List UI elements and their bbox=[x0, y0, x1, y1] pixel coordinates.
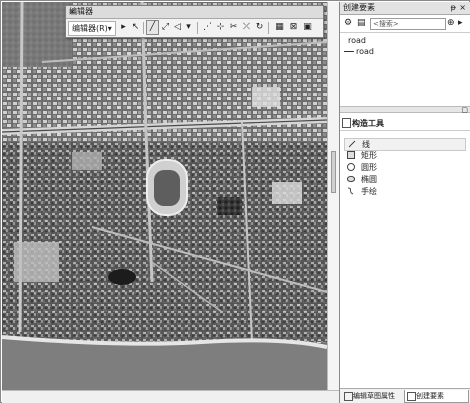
template-view-icon[interactable]: ▤ bbox=[357, 18, 366, 29]
pane-titlebar[interactable]: 创建要素 ᵽ × bbox=[340, 2, 470, 15]
pane-divider[interactable]: ▢ bbox=[340, 106, 470, 114]
tool-ellipse[interactable]: 椭圆 bbox=[344, 174, 464, 185]
circle-tool-icon bbox=[347, 163, 355, 171]
rotate-icon[interactable]: ↻ bbox=[254, 21, 265, 34]
search-icon[interactable]: ⊕ bbox=[447, 18, 455, 29]
reshape-feature-icon[interactable]: ⊹ bbox=[215, 21, 226, 34]
construction-tools-title: 构造工具 bbox=[352, 119, 384, 128]
construction-tools-icon bbox=[342, 118, 351, 128]
editor-toolbar[interactable]: 编辑器 × 编辑器(R)▾ ▸ ↖ ╱ ⤢ ◁ ▾ ⋰ ⊹ ✂ ⤫ ↻ ▦ ⊠ … bbox=[65, 5, 324, 38]
split-tool-icon[interactable]: ⤫ bbox=[241, 21, 252, 34]
straight-segment-icon[interactable]: ╱ bbox=[146, 20, 159, 35]
splitter-handle[interactable] bbox=[331, 151, 336, 193]
line-symbol-icon bbox=[344, 51, 354, 52]
tab-label: 编辑草图属性 bbox=[353, 392, 395, 400]
rectangle-tool-icon bbox=[347, 151, 355, 159]
create-features-pane: 创建要素 ᵽ × ⚙ ▤ <搜索> ⊕ ▸ road road ▢ 构造工具 线 bbox=[339, 2, 470, 403]
tool-circle[interactable]: 圆形 bbox=[344, 162, 464, 173]
editor-toolbar-titlebar[interactable]: 编辑器 × bbox=[66, 6, 323, 19]
bottom-tab-strip: 编辑草图属性 创建要素 bbox=[340, 388, 470, 403]
edit-annotation-icon[interactable]: ↖ bbox=[130, 21, 141, 34]
tab-edit-sketch-properties[interactable]: 编辑草图属性 bbox=[342, 390, 409, 402]
create-features-icon[interactable]: ▣ bbox=[302, 21, 313, 34]
search-options-icon[interactable]: ▸ bbox=[458, 18, 463, 29]
tool-rectangle[interactable]: 矩形 bbox=[344, 150, 464, 161]
template-list: road road bbox=[340, 33, 470, 103]
tool-label: 椭圆 bbox=[361, 175, 377, 184]
tab-label: 创建要素 bbox=[416, 392, 444, 400]
template-item-road[interactable]: road bbox=[344, 47, 464, 57]
pane-title: 创建要素 bbox=[343, 3, 375, 12]
pane-toolbar: ⚙ ▤ <搜索> ⊕ ▸ bbox=[340, 15, 470, 33]
collapse-icon[interactable]: ▢ bbox=[461, 106, 468, 114]
dropdown-arrow-icon[interactable]: ▾ bbox=[183, 21, 194, 34]
close-icon[interactable]: × bbox=[459, 2, 466, 14]
application-window: 编辑器 × 编辑器(R)▾ ▸ ↖ ╱ ⤢ ◁ ▾ ⋰ ⊹ ✂ ⤫ ↻ ▦ ⊠ … bbox=[0, 0, 470, 403]
point-tool-icon[interactable]: ◁ bbox=[172, 21, 183, 34]
tool-label: 矩形 bbox=[361, 151, 377, 160]
ellipse-tool-icon bbox=[347, 175, 355, 183]
freehand-tool-icon bbox=[347, 187, 354, 195]
create-features-icon bbox=[407, 392, 416, 401]
status-bar bbox=[2, 390, 339, 403]
toolbar-separator bbox=[197, 22, 198, 34]
sketch-properties-icon bbox=[344, 392, 353, 401]
pin-icon[interactable]: ᵽ bbox=[451, 2, 456, 14]
tool-label: 圆形 bbox=[361, 163, 377, 172]
close-icon[interactable]: × bbox=[69, 6, 320, 18]
construction-tools-header: 构造工具 bbox=[340, 116, 470, 131]
search-input[interactable]: <搜索> bbox=[370, 18, 446, 30]
organize-templates-icon[interactable]: ⚙ bbox=[344, 18, 352, 29]
template-group-label: road bbox=[348, 36, 366, 45]
satellite-imagery bbox=[2, 2, 327, 390]
toolbar-separator bbox=[143, 22, 144, 34]
editor-toolbar-row: 编辑器(R)▾ ▸ ↖ ╱ ⤢ ◁ ▾ ⋰ ⊹ ✂ ⤫ ↻ ▦ ⊠ ▣ bbox=[66, 19, 323, 37]
attributes-icon[interactable]: ▦ bbox=[274, 21, 285, 34]
edit-vertices-icon[interactable]: ⋰ bbox=[202, 21, 213, 34]
line-tool-icon bbox=[348, 140, 356, 148]
template-item-label: road bbox=[356, 47, 374, 56]
toolbar-separator bbox=[268, 22, 269, 34]
tab-create-features[interactable]: 创建要素 bbox=[404, 390, 469, 403]
cut-polygon-icon[interactable]: ✂ bbox=[228, 21, 239, 34]
trace-icon[interactable]: ⤢ bbox=[160, 21, 171, 34]
tool-label: 手绘 bbox=[361, 187, 377, 196]
map-view[interactable] bbox=[2, 2, 327, 390]
tool-label: 线 bbox=[362, 140, 370, 149]
editor-menu-button[interactable]: 编辑器(R)▾ bbox=[68, 21, 116, 36]
edit-tool-icon[interactable]: ▸ bbox=[118, 21, 129, 34]
sketch-properties-icon[interactable]: ⊠ bbox=[288, 21, 299, 34]
tool-freehand[interactable]: 手绘 bbox=[344, 186, 464, 197]
